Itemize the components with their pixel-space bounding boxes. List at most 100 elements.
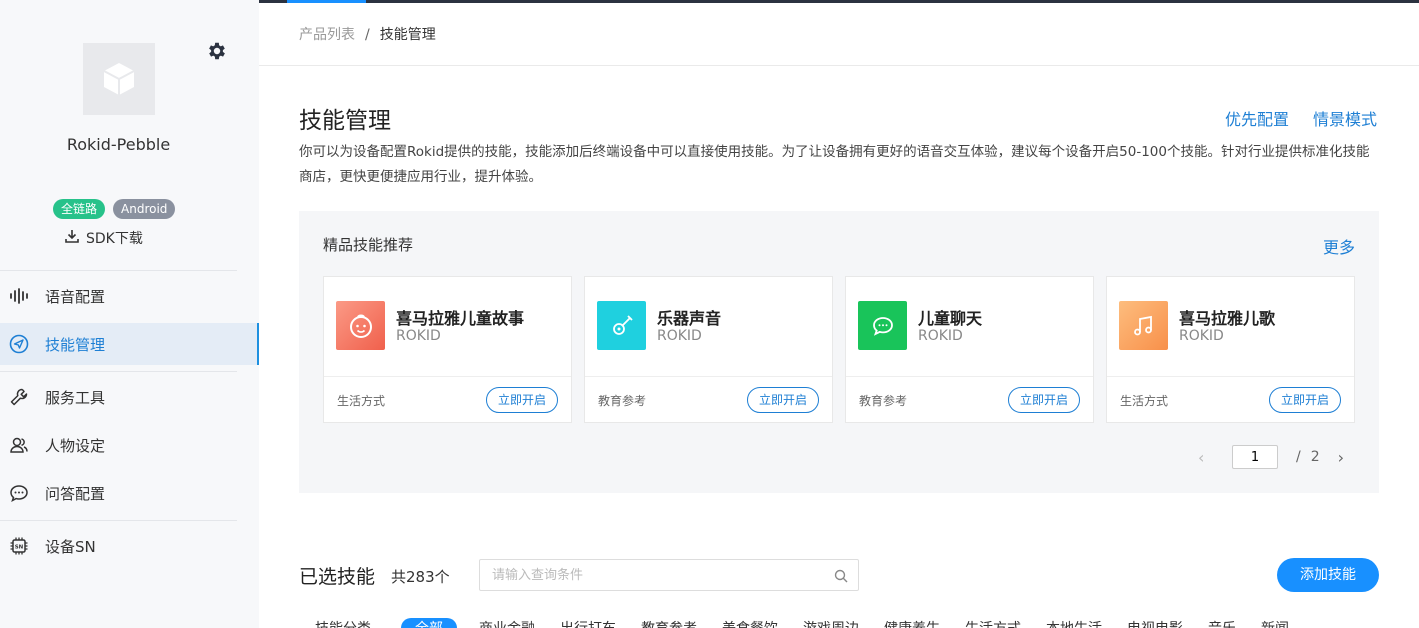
- sidebar-divider: [0, 270, 237, 271]
- filter-item[interactable]: 商业金融: [479, 618, 535, 628]
- sidebar-item-label: 服务工具: [45, 388, 106, 407]
- page-number-input[interactable]: [1232, 445, 1278, 469]
- search-icon[interactable]: [834, 568, 848, 587]
- skill-vendor: ROKID: [657, 328, 702, 344]
- filter-item[interactable]: 教育参考: [641, 618, 697, 628]
- filter-item[interactable]: 健康养生: [884, 618, 940, 628]
- sidebar-item-skills[interactable]: 技能管理: [0, 323, 259, 365]
- enable-skill-button[interactable]: 立即开启: [1269, 387, 1341, 413]
- users-icon: [8, 434, 30, 456]
- skill-vendor: ROKID: [918, 328, 963, 344]
- badge-full-link: 全链路: [53, 199, 106, 219]
- header-divider: [259, 65, 1419, 66]
- page-title: 技能管理: [299, 108, 391, 134]
- top-bar-highlight: [287, 0, 366, 3]
- sdk-download-link[interactable]: SDK下载: [64, 228, 143, 248]
- top-progress-bar: [259, 0, 1419, 3]
- skill-name: 乐器声音: [657, 309, 722, 328]
- skill-name: 喜马拉雅儿歌: [1179, 309, 1276, 328]
- filter-item[interactable]: 本地生活: [1046, 618, 1102, 628]
- enable-skill-button[interactable]: 立即开启: [486, 387, 558, 413]
- chat-bubble-icon: [858, 301, 907, 350]
- sidebar-item-device-sn[interactable]: SN 设备SN: [0, 525, 259, 567]
- sidebar-divider: [0, 371, 237, 372]
- scene-mode-link[interactable]: 情景模式: [1313, 106, 1377, 130]
- skill-name: 喜马拉雅儿童故事: [396, 309, 525, 328]
- sidebar-divider: [0, 520, 237, 521]
- card-divider: [1107, 376, 1354, 377]
- enable-skill-button[interactable]: 立即开启: [747, 387, 819, 413]
- waveform-icon: [8, 285, 30, 307]
- sdk-download-label: SDK下载: [86, 231, 143, 247]
- sidebar: Rokid-Pebble 全链路 Android SDK下载 语音配置 技能管理…: [0, 0, 259, 628]
- skill-card[interactable]: 喜马拉雅儿歌 ROKID 生活方式 立即开启: [1106, 276, 1355, 423]
- send-icon: [8, 333, 30, 355]
- sidebar-item-label: 问答配置: [45, 484, 106, 503]
- search-box: [479, 559, 859, 591]
- search-input[interactable]: [480, 560, 858, 590]
- music-note-icon: [1119, 301, 1168, 350]
- featured-skills-panel: 精品技能推荐 更多 喜马拉雅儿童故事 ROKID 生活方式 立即开启 乐器声音 …: [299, 211, 1379, 493]
- wrench-icon: [8, 386, 30, 408]
- category-filter-bar: 技能分类 全部 商业金融 出行打车 教育参考 美食餐饮 游戏周边 健康养生 生活…: [315, 618, 1314, 628]
- enable-skill-button[interactable]: 立即开启: [1008, 387, 1080, 413]
- product-badges: 全链路 Android: [53, 199, 176, 219]
- pagination: ‹ / 2 ›: [1198, 445, 1354, 469]
- baby-face-icon: [336, 301, 385, 350]
- sidebar-item-qa[interactable]: 问答配置: [0, 472, 259, 514]
- filter-item[interactable]: 新闻: [1261, 618, 1289, 628]
- filter-item[interactable]: 音乐: [1208, 618, 1236, 628]
- sidebar-item-label: 人物设定: [45, 436, 106, 455]
- card-divider: [585, 376, 832, 377]
- skill-category: 教育参考: [859, 394, 908, 408]
- skill-vendor: ROKID: [396, 328, 441, 344]
- product-name: Rokid-Pebble: [66, 135, 171, 154]
- selected-skills-count: 共283个: [391, 568, 450, 586]
- filter-label: 技能分类: [315, 618, 371, 628]
- filter-item[interactable]: 生活方式: [965, 618, 1021, 628]
- page-total: 2: [1310, 449, 1320, 465]
- prev-page-icon[interactable]: ‹: [1198, 448, 1214, 467]
- skill-category: 生活方式: [1120, 394, 1169, 408]
- selected-skills-title: 已选技能: [299, 566, 376, 588]
- product-cube-icon: [83, 43, 155, 115]
- skill-card[interactable]: 乐器声音 ROKID 教育参考 立即开启: [584, 276, 833, 423]
- sidebar-item-tools[interactable]: 服务工具: [0, 376, 259, 418]
- priority-config-link[interactable]: 优先配置: [1225, 106, 1289, 130]
- sidebar-item-label: 语音配置: [45, 287, 106, 306]
- sidebar-item-persona[interactable]: 人物设定: [0, 424, 259, 466]
- skill-name: 儿童聊天: [918, 309, 983, 328]
- skill-card[interactable]: 儿童聊天 ROKID 教育参考 立即开启: [845, 276, 1094, 423]
- pager-separator: /: [1296, 449, 1301, 465]
- breadcrumb: 产品列表 / 技能管理: [299, 24, 436, 44]
- card-divider: [324, 376, 571, 377]
- download-icon: [64, 228, 80, 248]
- chat-icon: [8, 482, 30, 504]
- filter-item[interactable]: 美食餐饮: [722, 618, 778, 628]
- skill-vendor: ROKID: [1179, 328, 1224, 344]
- sidebar-item-label: 技能管理: [45, 335, 106, 354]
- featured-title: 精品技能推荐: [323, 236, 414, 254]
- more-link[interactable]: 更多: [1323, 234, 1355, 258]
- breadcrumb-current: 技能管理: [379, 27, 436, 43]
- skill-category: 生活方式: [337, 394, 386, 408]
- card-divider: [846, 376, 1093, 377]
- svg-text:SN: SN: [15, 544, 24, 550]
- page-description: 你可以为设备配置Rokid提供的技能，技能添加后终端设备中可以直接使用技能。为了…: [299, 144, 1370, 185]
- next-page-icon[interactable]: ›: [1338, 448, 1354, 467]
- gear-icon[interactable]: [206, 40, 228, 62]
- add-skill-button[interactable]: 添加技能: [1277, 558, 1379, 592]
- chip-icon: SN: [8, 535, 30, 557]
- filter-all[interactable]: 全部: [401, 618, 457, 628]
- filter-item[interactable]: 电视电影: [1127, 618, 1183, 628]
- breadcrumb-separator: /: [365, 27, 370, 43]
- breadcrumb-parent[interactable]: 产品列表: [299, 27, 355, 43]
- filter-item[interactable]: 游戏周边: [803, 618, 859, 628]
- filter-item[interactable]: 出行打车: [560, 618, 616, 628]
- guitar-icon: [597, 301, 646, 350]
- skill-category: 教育参考: [598, 394, 647, 408]
- skill-card[interactable]: 喜马拉雅儿童故事 ROKID 生活方式 立即开启: [323, 276, 572, 423]
- badge-platform: Android: [113, 199, 176, 219]
- header-links: 优先配置 情景模式: [1225, 106, 1377, 130]
- sidebar-item-voice[interactable]: 语音配置: [0, 275, 259, 317]
